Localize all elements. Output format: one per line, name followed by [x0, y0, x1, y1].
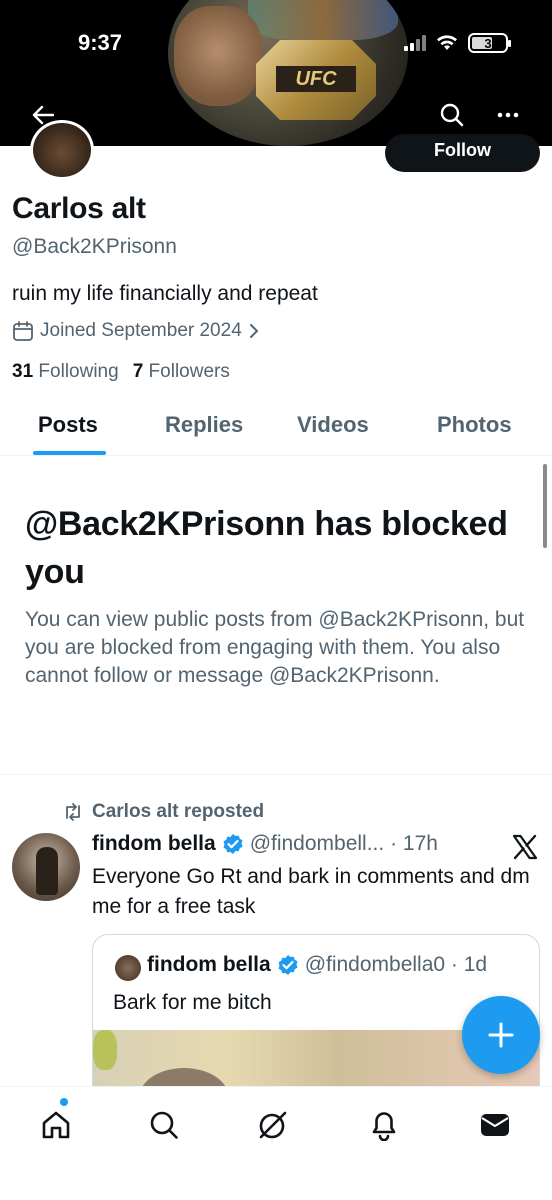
post-header[interactable]: findom bella @findombell... · 17h — [92, 832, 438, 856]
tab-posts[interactable]: Posts — [38, 412, 98, 438]
banner-belt-label: UFC — [276, 66, 356, 92]
joined-label: Joined September 2024 — [40, 320, 242, 341]
profile-joined-date[interactable]: Joined September 2024 — [12, 320, 260, 342]
tab-photos[interactable]: Photos — [437, 412, 512, 438]
nav-search[interactable] — [144, 1105, 184, 1145]
section-divider — [0, 774, 552, 775]
post-text: Everyone Go Rt and bark in comments and … — [92, 865, 530, 918]
home-notification-dot — [60, 1098, 68, 1106]
status-time: 9:37 — [78, 30, 123, 55]
followers-link[interactable]: 7 Followers — [133, 361, 230, 383]
quote-author-avatar — [115, 955, 141, 981]
battery-level: 3 — [484, 35, 492, 51]
profile-tabs: Posts Replies Videos Photos — [0, 400, 552, 456]
nav-grok[interactable] — [253, 1105, 293, 1145]
verified-badge-icon — [278, 955, 298, 975]
repost-icon — [66, 803, 80, 821]
messages-icon — [481, 1114, 509, 1136]
following-link[interactable]: 31 Following — [12, 361, 119, 383]
profile-handle: @Back2KPrisonn — [12, 235, 177, 258]
nav-home[interactable] — [36, 1105, 76, 1145]
quote-author-meta: @findombella0 · 1d — [304, 953, 488, 976]
chevron-right-icon — [249, 324, 258, 338]
post-author-name: findom bella — [92, 832, 216, 855]
search-icon — [440, 103, 464, 127]
follow-stats: 31 Following 7 Followers — [12, 361, 230, 383]
profile-display-name: Carlos alt — [12, 192, 146, 225]
search-button[interactable] — [434, 97, 470, 133]
home-icon — [42, 1111, 70, 1139]
battery-icon: 3 — [468, 33, 511, 53]
calendar-icon — [13, 321, 33, 341]
search-icon — [150, 1111, 178, 1139]
nav-notifications[interactable] — [364, 1105, 404, 1145]
wifi-icon — [437, 35, 457, 50]
profile-avatar[interactable] — [30, 120, 94, 180]
tab-videos[interactable]: Videos — [297, 412, 369, 438]
following-count: 31 — [12, 361, 34, 382]
profile-bio: ruin my life financially and repeat — [12, 282, 318, 305]
grok-icon — [259, 1111, 287, 1139]
post-author-avatar[interactable] — [12, 833, 80, 901]
post-author-meta: @findombell... · 17h — [249, 832, 438, 855]
follow-button[interactable]: Follow — [385, 134, 540, 172]
repost-indicator[interactable]: Carlos alt reposted — [62, 801, 264, 823]
more-dots-icon — [497, 112, 519, 118]
repost-label: Carlos alt reposted — [92, 801, 265, 822]
active-tab-indicator — [33, 451, 106, 455]
status-icons: 3 — [404, 33, 511, 53]
notifications-icon — [372, 1112, 396, 1141]
quote-author-name: findom bella — [147, 953, 271, 976]
followers-count: 7 — [132, 361, 144, 382]
nav-messages[interactable] — [475, 1105, 515, 1145]
followers-label: Followers — [148, 361, 230, 382]
compose-post-button[interactable] — [462, 996, 540, 1074]
plus-icon — [488, 1022, 514, 1048]
scrollbar[interactable] — [543, 464, 547, 548]
tab-replies[interactable]: Replies — [165, 412, 243, 438]
quote-text: Bark for me bitch — [113, 991, 272, 1014]
quote-header: findom bella @findombella0 · 1d — [147, 953, 487, 977]
following-label: Following — [38, 361, 119, 382]
blocked-title: @Back2KPrisonn has blocked you — [25, 505, 508, 591]
banner-face — [174, 6, 262, 106]
blocked-body: You can view public posts from @Back2KPr… — [25, 608, 525, 687]
bottom-navigation-bar — [0, 1086, 552, 1200]
verified-badge-icon — [223, 834, 243, 854]
more-options-button[interactable] — [490, 97, 526, 133]
banner-tattoo-art — [248, 0, 398, 40]
cellular-signal-icon — [404, 35, 426, 51]
banner-photo: UFC — [168, 0, 408, 146]
x-logo-icon — [512, 834, 538, 860]
